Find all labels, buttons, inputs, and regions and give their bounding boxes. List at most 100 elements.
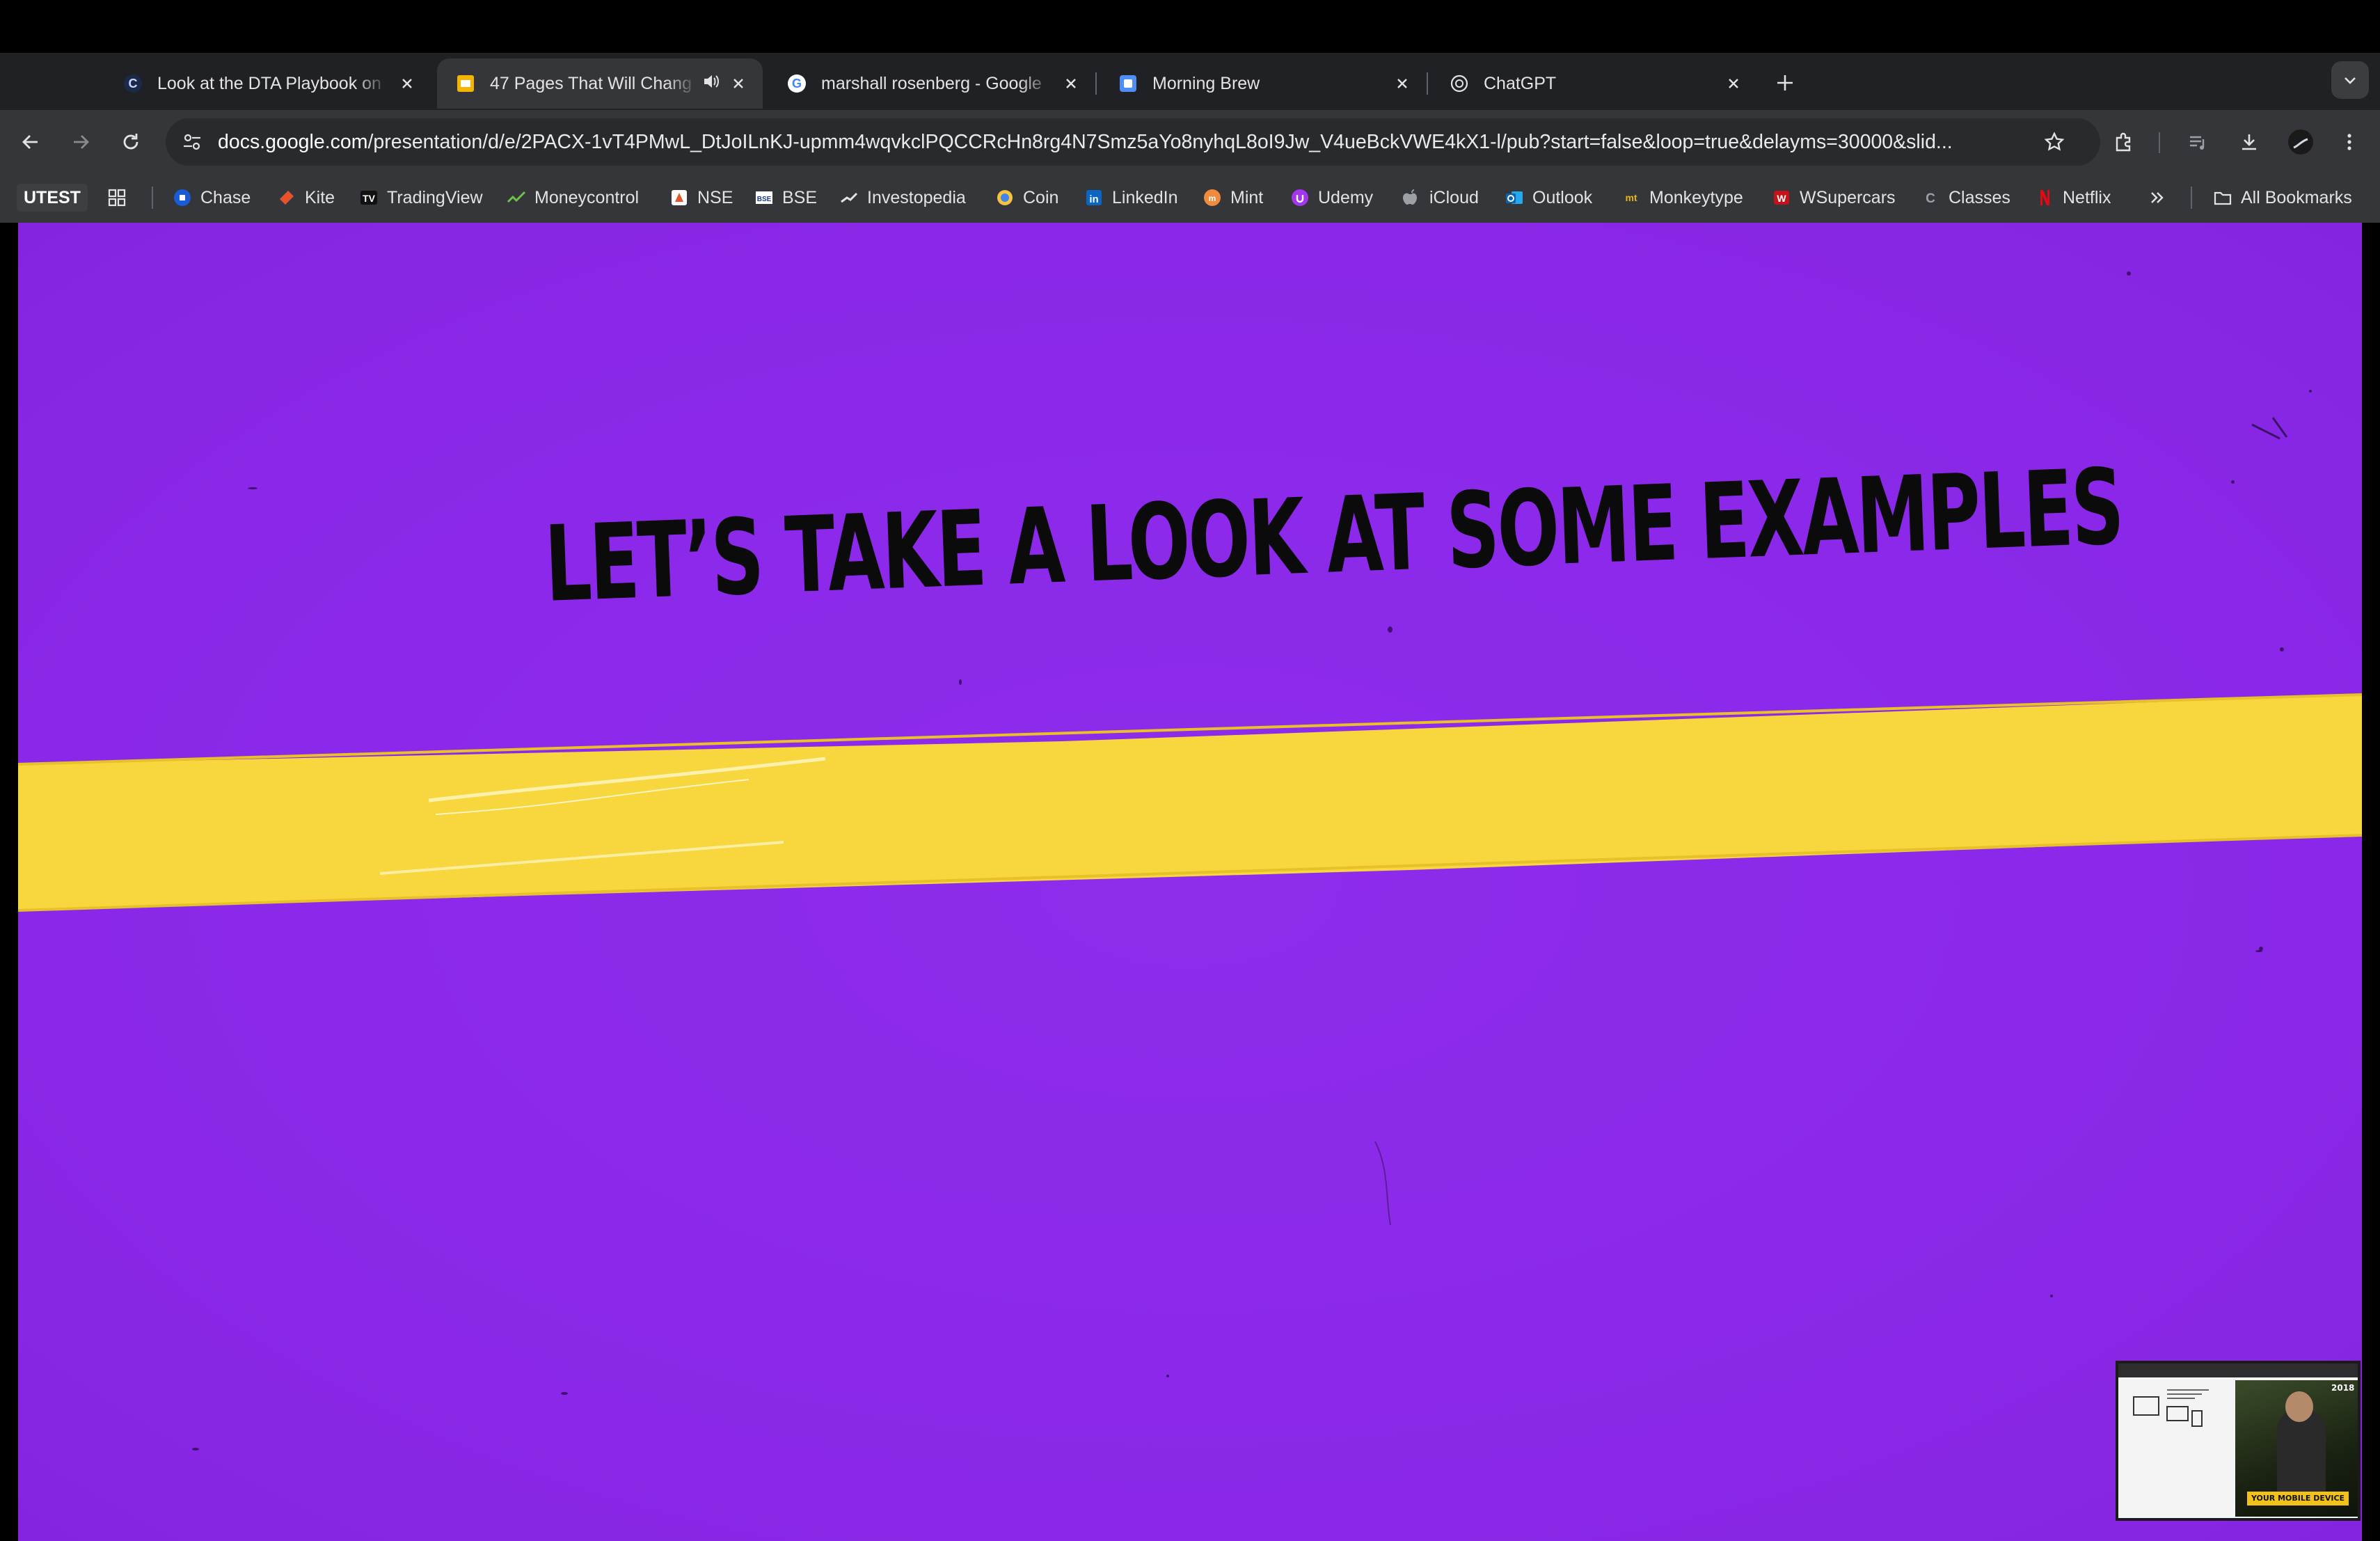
apple-icon [1402,188,1421,207]
bookmark-udemy[interactable]: Udemy [1290,181,1373,214]
bookmark-label: Investopedia [867,187,966,207]
presentation-slide: LET’S TAKE A LOOK AT SOME EXAMPLES [18,223,2362,1541]
more-bookmarks-button[interactable] [2148,181,2175,214]
morning-brew-icon [1118,73,1139,94]
speaker-figure [2277,1409,2326,1500]
close-icon[interactable] [728,73,749,94]
bookmark-investopedia[interactable]: Investopedia [839,181,966,214]
picture-in-picture-window[interactable]: 2018 YOUR MOBILE DEVICE [2116,1361,2361,1521]
extensions-button[interactable] [2106,124,2142,160]
avatar-icon [2288,129,2313,155]
close-icon[interactable] [1392,73,1413,94]
svg-text:BSE: BSE [757,196,772,203]
puzzle-icon [2116,132,2131,152]
google-slides-icon [455,73,476,94]
tab-marshall-rosenberg[interactable]: G marshall rosenberg - Google [768,58,1095,109]
bookmark-label: Chase [200,187,251,207]
bookmark-utest[interactable]: UTEST [17,184,88,212]
apps-button[interactable] [107,181,135,214]
svg-text:TV: TV [363,193,376,204]
download-icon [2242,134,2256,150]
close-icon[interactable] [397,73,418,94]
bookmark-coin[interactable]: Coin [995,181,1058,214]
bookmark-label: Moneycontrol [534,187,640,207]
yellow-tape-banner [18,417,2362,1226]
bookmark-outlook[interactable]: Outlook [1505,181,1592,214]
outlook-icon [1505,188,1524,207]
bookmark-icloud[interactable]: iCloud [1402,181,1479,214]
bookmark-tradingview[interactable]: TV TradingView [359,181,483,214]
bookmark-bse[interactable]: BSE BSE [754,181,817,214]
moneycontrol-icon [507,188,526,207]
bookmark-label: Classes [1949,187,2010,207]
site-settings-icon[interactable] [180,129,205,155]
bookmark-classes[interactable]: C Classes [1921,181,2010,214]
bookmark-kite[interactable]: Kite [277,181,335,214]
forward-button[interactable] [63,124,99,160]
bookmark-linkedin[interactable]: in LinkedIn [1084,181,1178,214]
bookmark-label: WSupercars [1800,187,1896,207]
bookmark-moneycontrol[interactable]: Moneycontrol [507,181,639,214]
bookmark-label: All Bookmarks [2241,187,2352,207]
tab-separator [1095,72,1097,95]
downloads-button[interactable] [2231,124,2267,160]
bookmark-label: LinkedIn [1112,187,1178,207]
apps-grid-icon [107,188,127,207]
tab-47-pages[interactable]: 47 Pages That Will Chang [437,58,763,109]
wsupercars-icon: W [1772,188,1791,207]
bookmark-chase[interactable]: Chase [173,181,251,214]
c-logo-icon: C [122,73,143,94]
bookmark-nse[interactable]: NSE [669,181,733,214]
netflix-icon [2035,188,2054,207]
bookmark-label: BSE [782,187,818,207]
all-bookmarks-button[interactable]: All Bookmarks [2213,181,2352,214]
kite-icon [277,188,296,207]
bookmark-label: Kite [305,187,335,207]
bookmark-label: Mint [1230,187,1264,207]
bookmark-mint[interactable]: m Mint [1203,181,1263,214]
pip-year: 2018 [2331,1383,2355,1393]
tab-chatgpt[interactable]: ChatGPT [1431,58,1758,109]
svg-text:m: m [1209,193,1216,203]
investopedia-icon [839,188,859,207]
bookmark-label: Udemy [1318,187,1374,207]
arrow-left-icon [22,135,38,149]
close-icon[interactable] [1061,73,1081,94]
macos-menubar-area [0,0,2380,53]
pip-toolbar [2118,1364,2358,1377]
media-controls-button[interactable] [2180,124,2216,160]
pip-slide-left [2125,1383,2237,1515]
udemy-icon [1290,188,1310,207]
mint-icon: m [1203,188,1222,207]
profile-avatar[interactable] [2283,124,2319,160]
bookmark-netflix[interactable]: Netflix [2035,181,2111,214]
tab-morning-brew[interactable]: Morning Brew [1100,58,1427,109]
bookmark-label: iCloud [1429,187,1479,207]
speaker-icon[interactable] [701,72,721,96]
bookmark-label: Outlook [1532,187,1593,207]
svg-text:in: in [1089,193,1098,205]
url-text[interactable]: docs.google.com/presentation/d/e/2PACX-1… [218,128,2027,156]
bookmarks-separator [2191,187,2192,209]
bookmark-star-button[interactable] [2036,124,2072,160]
new-tab-button[interactable] [1768,65,1802,100]
arrow-right-icon [74,135,89,149]
tab-separator [1427,72,1428,95]
close-icon[interactable] [1723,73,1744,94]
bookmark-monkeytype[interactable]: mt Monkeytype [1621,181,1743,214]
menu-button[interactable] [2331,124,2367,160]
double-chevron-right-icon [2148,188,2167,207]
url-host: docs.google.com [218,131,368,153]
chevron-down-icon [2345,77,2356,84]
tab-title: Morning Brew [1152,73,1260,93]
tab-dta-playbook[interactable]: C Look at the DTA Playbook on [104,58,431,109]
tab-title: marshall rosenberg - Google [821,73,1042,93]
bookmark-wsupercars[interactable]: W WSupercars [1772,181,1896,214]
reload-button[interactable] [113,124,149,160]
google-g-icon: G [786,73,807,94]
svg-text:C: C [1926,191,1935,206]
tab-search-button[interactable] [2331,61,2369,99]
back-button[interactable] [13,124,49,160]
url-path: /presentation/d/e/2PACX-1vT4PMwL_DtJoILn… [367,131,1953,153]
bookmark-label: Netflix [2063,187,2111,207]
